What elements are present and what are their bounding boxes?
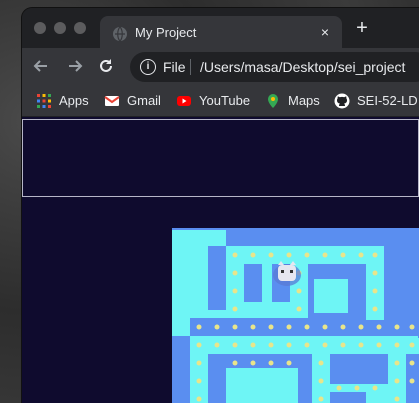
bookmark-label: Gmail: [127, 93, 161, 108]
globe-icon: [113, 26, 127, 42]
url-scheme: File: [163, 59, 186, 75]
forward-arrow-icon[interactable]: [64, 55, 86, 77]
bookmark-label: YouTube: [199, 93, 251, 108]
url-text[interactable]: /Users/masa/Desktop/sei_project: [200, 59, 405, 75]
gmail-icon: [104, 96, 120, 106]
tab-my-project[interactable]: My Project ×: [100, 16, 342, 52]
info-icon[interactable]: i: [140, 59, 156, 75]
address-bar[interactable]: i File /Users/masa/Desktop/sei_project: [130, 52, 419, 82]
window-minimize-button[interactable]: [54, 22, 66, 34]
browser-window: My Project × + i File /Users/masa/Deskto…: [22, 8, 419, 403]
maps-pin-icon: [268, 94, 278, 108]
github-icon: [334, 93, 350, 109]
bookmark-label: SEI-52-LD: [357, 93, 418, 108]
reload-icon[interactable]: [95, 55, 117, 77]
game-board: [172, 228, 419, 403]
browser-toolbar: i File /Users/masa/Desktop/sei_project: [22, 48, 419, 86]
youtube-icon: [177, 96, 191, 106]
new-tab-button[interactable]: +: [351, 18, 373, 38]
page-header: [22, 119, 419, 197]
window-zoom-button[interactable]: [74, 22, 86, 34]
tab-close-icon[interactable]: ×: [316, 24, 334, 40]
tab-title: My Project: [135, 25, 197, 40]
bookmark-label: Apps: [59, 93, 89, 108]
tab-strip: My Project × +: [22, 8, 419, 52]
back-arrow-icon[interactable]: [30, 55, 52, 77]
url-separator: [190, 59, 191, 75]
bookmark-label: Maps: [288, 93, 320, 108]
page-content: [22, 117, 419, 403]
window-close-button[interactable]: [34, 22, 46, 34]
bookmarks-bar: Apps Gmail YouTube Maps SEI-52-LD: [22, 86, 419, 117]
apps-grid-icon: [37, 94, 51, 108]
